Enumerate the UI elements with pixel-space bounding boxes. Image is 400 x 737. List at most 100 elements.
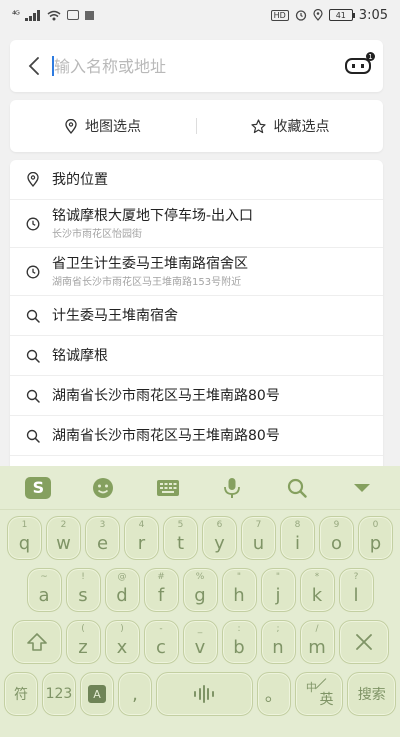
my-location-item[interactable]: 我的位置: [10, 160, 383, 200]
key-letter-label: r: [137, 532, 146, 554]
key-letter-label: z: [78, 636, 88, 658]
suggestion-item[interactable]: 湖南省长沙市雨花区马王堆南路80号: [10, 376, 383, 416]
signal-bars-icon: [24, 9, 40, 21]
key-a[interactable]: ~ a: [26, 568, 62, 612]
key-secondary-label: _: [197, 624, 203, 634]
key-letter-label: y: [214, 532, 225, 554]
back-button[interactable]: [20, 46, 48, 86]
key-secondary-label: ": [275, 572, 281, 582]
wifi-icon: [47, 10, 61, 20]
sogou-logo-button[interactable]: S: [16, 471, 60, 505]
key-s[interactable]: ! s: [65, 568, 101, 612]
key-f[interactable]: # f: [143, 568, 179, 612]
history-text: 铭诚摩根大厦地下停车场-出入口 长沙市雨花区怡园街: [52, 206, 253, 242]
ai-label: A: [87, 685, 106, 703]
key-l[interactable]: ? l: [338, 568, 374, 612]
key-w[interactable]: 2w: [46, 516, 81, 560]
search-input[interactable]: [54, 46, 343, 86]
key-secondary-label: ~: [40, 572, 48, 582]
key-i[interactable]: 8i: [280, 516, 315, 560]
emoji-button[interactable]: [81, 471, 125, 505]
history-item[interactable]: 省卫生计生委马王堆南路宿舍区 湖南省长沙市雨花区马王堆南路153号附近: [10, 248, 383, 296]
suggestion-label: 铭诚摩根: [52, 347, 108, 364]
key-secondary-label: !: [81, 572, 85, 582]
key-x[interactable]: ) x: [104, 620, 140, 664]
key-secondary-label: -: [159, 624, 163, 634]
key-b[interactable]: :b: [221, 620, 257, 664]
comma-key[interactable]: ,: [117, 672, 152, 716]
language-bottom-label: 英: [319, 692, 334, 708]
search-action-key[interactable]: 搜索: [347, 672, 396, 716]
ai-key[interactable]: A: [79, 672, 114, 716]
period-key[interactable]: 。: [256, 672, 291, 716]
key-v[interactable]: _ v: [182, 620, 218, 664]
key-c[interactable]: -c: [143, 620, 179, 664]
map-select-button[interactable]: 地图选点: [10, 100, 196, 152]
key-secondary-label: ": [236, 572, 242, 582]
key-letter-label: m: [308, 636, 326, 658]
key-r[interactable]: 4r: [124, 516, 159, 560]
key-letter-label: n: [272, 636, 284, 658]
space-key[interactable]: [155, 672, 253, 716]
suggestion-item[interactable]: 铭诚摩根: [10, 336, 383, 376]
suggestion-label: 计生委马王堆南宿舍: [52, 307, 178, 324]
key-h[interactable]: " h: [221, 568, 257, 612]
key-letter-label: q: [18, 532, 31, 554]
microphone-icon: [224, 477, 241, 498]
search-icon: [24, 429, 42, 443]
key-secondary-label: 9: [333, 520, 340, 530]
voice-input-button[interactable]: [210, 471, 254, 505]
key-y[interactable]: 6y: [202, 516, 237, 560]
voice-assistant-button[interactable]: 1: [343, 52, 375, 78]
key-u[interactable]: 7u: [241, 516, 276, 560]
key-e[interactable]: 3e: [85, 516, 120, 560]
history-address: 长沙市雨花区怡园街: [52, 228, 142, 240]
select-options: 地图选点 收藏选点: [10, 100, 383, 152]
suggestion-item[interactable]: 湖南省长沙市雨花区马王堆南路80号: [10, 416, 383, 456]
history-item[interactable]: 铭诚摩根大厦地下停车场-出入口 长沙市雨花区怡园街: [10, 200, 383, 248]
key-t[interactable]: 5t: [163, 516, 198, 560]
backspace-icon: [355, 634, 372, 650]
key-q[interactable]: 1q: [7, 516, 42, 560]
backspace-key[interactable]: [338, 620, 389, 664]
key-d[interactable]: @ d: [104, 568, 140, 612]
key-letter-label: x: [116, 636, 128, 658]
language-switch-key[interactable]: 中 英: [294, 672, 344, 716]
suggestion-label: 湖南省长沙市雨花区马王堆南路80号: [52, 387, 280, 404]
key-p[interactable]: 0p: [358, 516, 393, 560]
key-secondary-label: %: [195, 572, 205, 582]
location-pin-icon: [65, 118, 77, 134]
key-letter-label: p: [369, 532, 382, 554]
alarm-icon: [295, 10, 306, 21]
suggestion-item[interactable]: 计生委马王堆南宿舍: [10, 296, 383, 336]
keyboard-search-button[interactable]: [275, 471, 319, 505]
chevron-down-icon: [353, 483, 370, 492]
key-j[interactable]: " j: [260, 568, 296, 612]
key-o[interactable]: 9o: [319, 516, 354, 560]
key-m[interactable]: / m: [299, 620, 335, 664]
key-secondary-label: 0: [372, 520, 379, 530]
key-row-1: 1q2w3e4r5t6y7u8i9o0p: [4, 516, 396, 560]
keyboard-icon: [156, 479, 179, 496]
key-secondary-label: 7: [255, 520, 262, 530]
keyboard-layout-button[interactable]: [146, 471, 190, 505]
key-z[interactable]: (z: [65, 620, 101, 664]
location-pin-icon: [24, 172, 42, 187]
key-g[interactable]: % g: [182, 568, 218, 612]
history-title: 省卫生计生委马王堆南路宿舍区: [52, 255, 248, 272]
hide-keyboard-button[interactable]: [340, 471, 384, 505]
notification-icon: [84, 10, 94, 20]
key-letter-label: a: [38, 584, 50, 606]
shift-key[interactable]: [11, 620, 62, 664]
key-letter-label: i: [294, 532, 300, 554]
key-letter-label: b: [233, 636, 245, 658]
voice-wave-icon: [194, 685, 215, 703]
symbol-key[interactable]: 符: [4, 672, 38, 716]
favorites-select-button[interactable]: 收藏选点: [197, 100, 383, 152]
search-bar: 1: [10, 40, 383, 92]
key-secondary-label: /: [315, 624, 319, 634]
number-key[interactable]: 123: [41, 672, 76, 716]
key-n[interactable]: ; n: [260, 620, 296, 664]
key-k[interactable]: * k: [299, 568, 335, 612]
key-secondary-label: 6: [216, 520, 223, 530]
